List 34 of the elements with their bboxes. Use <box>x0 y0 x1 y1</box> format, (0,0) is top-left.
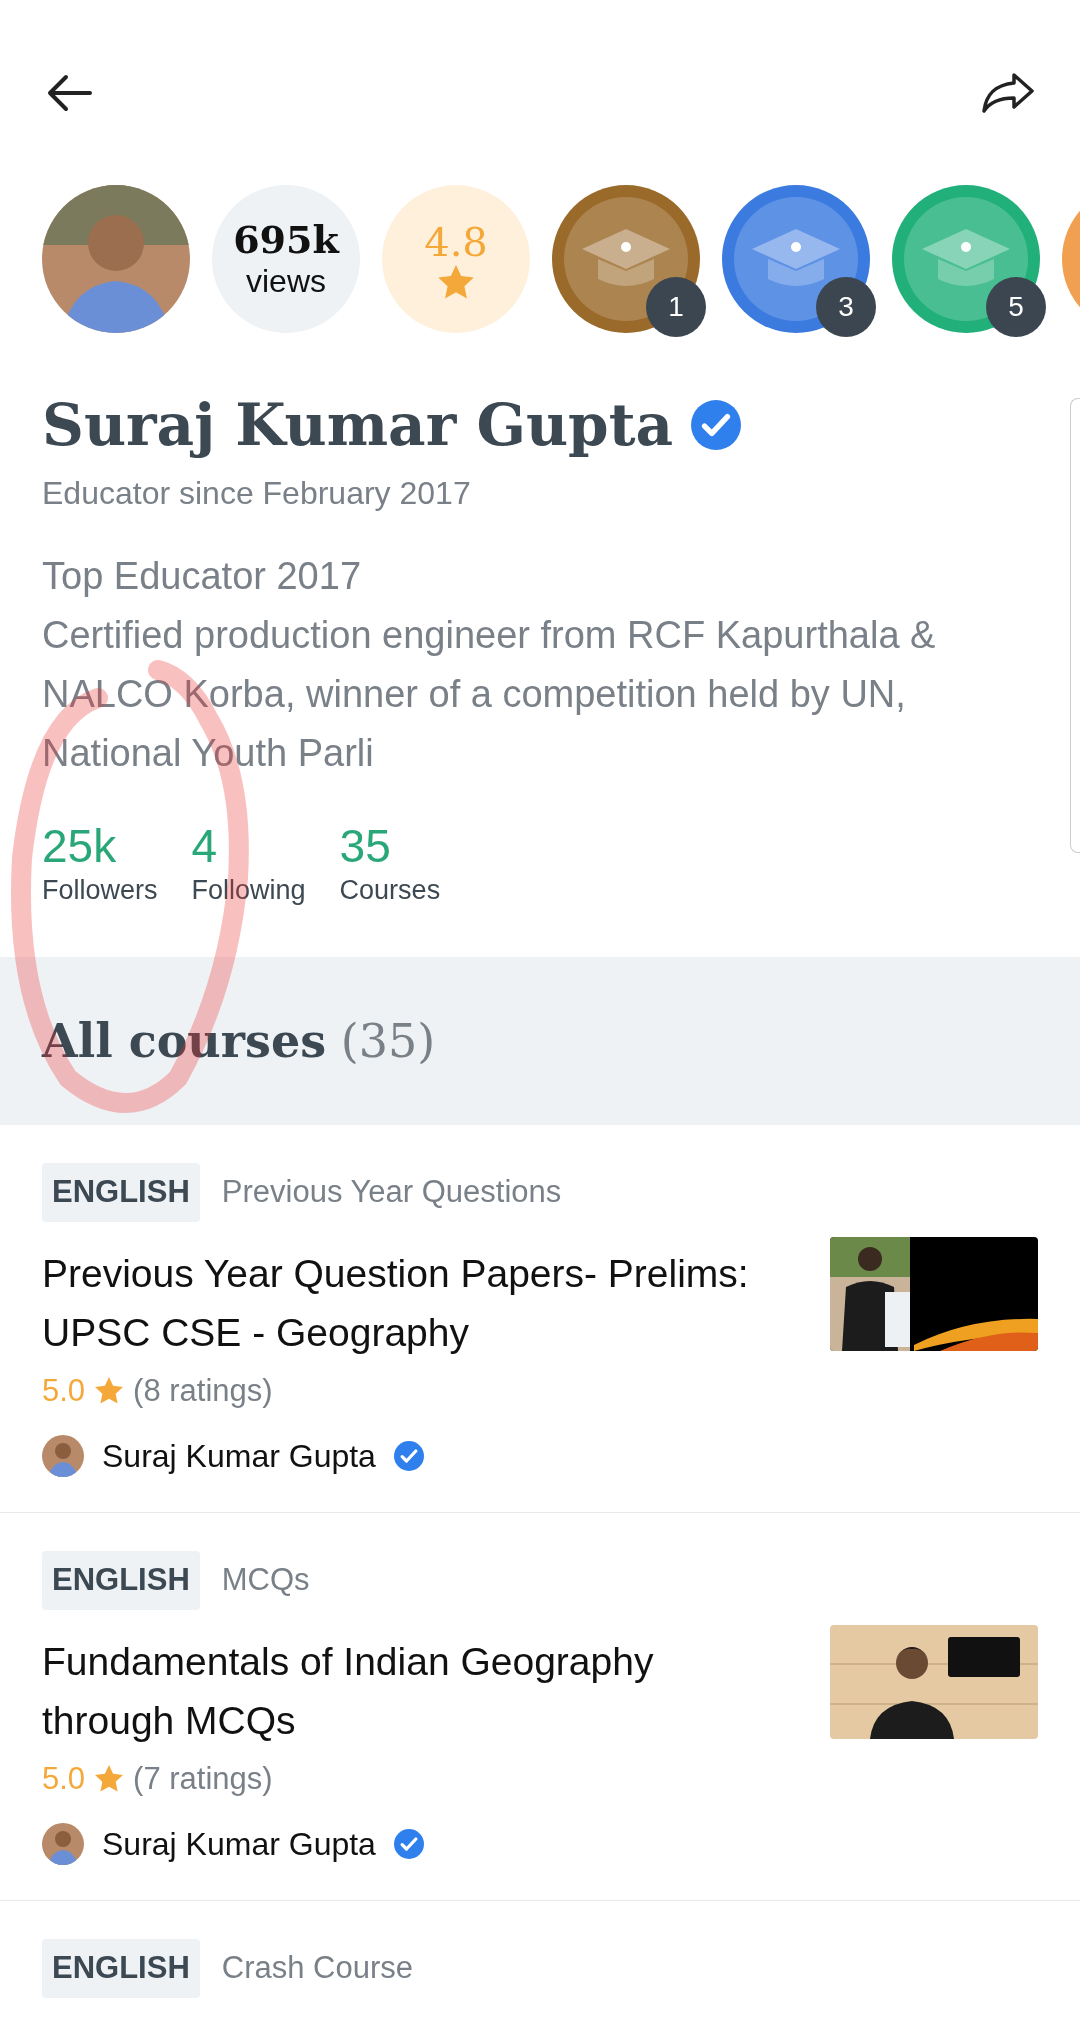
ratings-count: (8 ratings) <box>133 1371 273 1410</box>
educator-since: Educator since February 2017 <box>42 474 472 513</box>
author-avatar <box>42 1435 84 1477</box>
author-name: Suraj Kumar Gupta <box>102 1437 376 1476</box>
bio-text: Certified production engineer from RCF Kapurthala & NALCO Korba, winner of a competition held by UN, National Youth Parli <box>42 613 937 776</box>
rating-value: 4.8 <box>424 219 488 265</box>
course-rating: 5.0 <box>42 1371 86 1410</box>
star-icon <box>95 1765 124 1793</box>
views-label: views <box>246 262 326 300</box>
share-icon[interactable] <box>980 71 1036 115</box>
course-title[interactable]: Previous Year Question Papers- Prelims: UPSC CSE - Geography <box>42 1243 777 1362</box>
educator-name: Suraj Kumar Gupta <box>42 390 673 461</box>
language-tag: ENGLISH <box>42 1551 200 1610</box>
course-category: Crash Course <box>221 1949 414 1987</box>
badge-count: 1 <box>646 277 706 337</box>
stat-link[interactable]: 4 Following <box>191 819 306 907</box>
star-icon <box>438 265 474 299</box>
language-tag: ENGLISH <box>42 1163 200 1222</box>
star-icon <box>95 1377 124 1405</box>
ratings-count: (7 ratings) <box>133 1759 273 1798</box>
views-count: 695k <box>233 218 339 262</box>
stat-link[interactable]: 25k Followers <box>42 819 158 907</box>
language-tag: ENGLISH <box>42 1939 200 1998</box>
course-category: Previous Year Questions <box>221 1173 562 1211</box>
author-avatar <box>42 1823 84 1865</box>
author-name: Suraj Kumar Gupta <box>102 1825 376 1864</box>
course-category: MCQs <box>221 1561 310 1599</box>
badge-count: 3 <box>816 277 876 337</box>
badge-count: 5 <box>986 277 1046 337</box>
course-title[interactable]: Fundamentals of Indian Geography through MCQs <box>42 1631 777 1750</box>
section-title: All courses (35) <box>42 1012 436 1070</box>
bio-text: Top Educator 2017 <box>42 554 362 599</box>
stat-link[interactable]: 35 Courses <box>339 819 441 907</box>
course-rating: 5.0 <box>42 1759 86 1798</box>
